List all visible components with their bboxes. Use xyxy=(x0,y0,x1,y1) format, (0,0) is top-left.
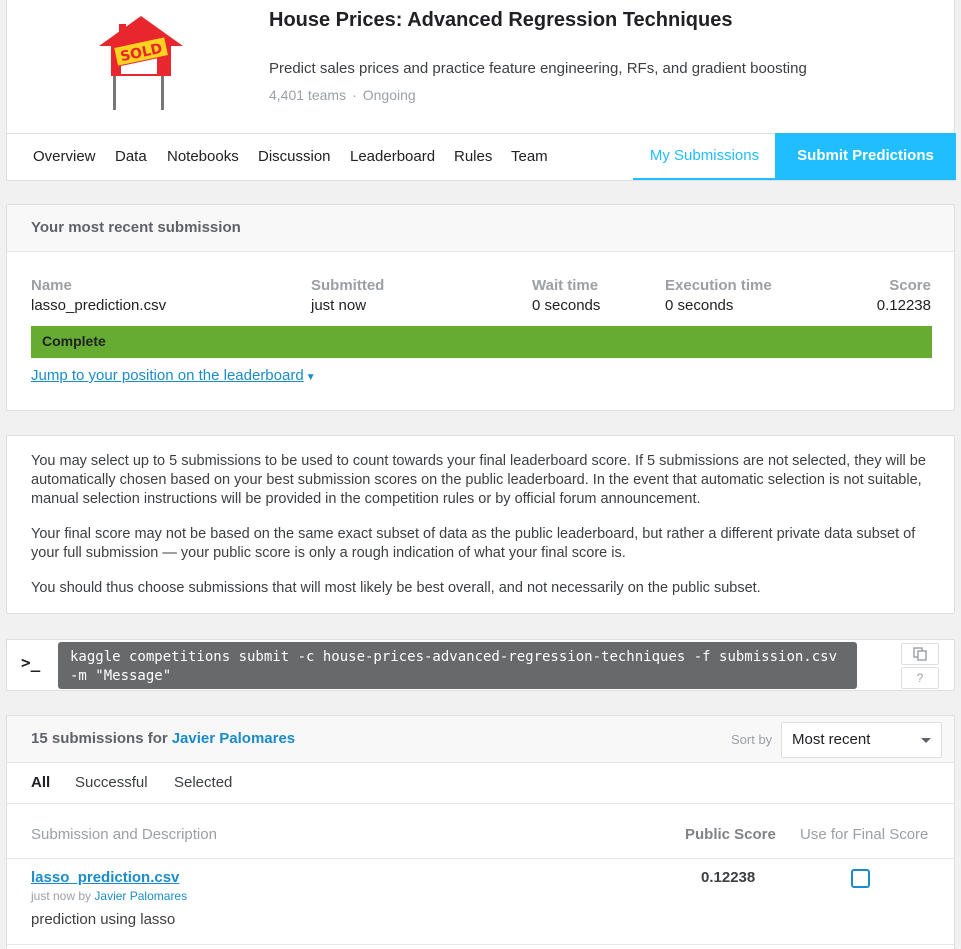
tab-data[interactable]: Data xyxy=(115,148,147,165)
header-use-for-final-score: Use for Final Score xyxy=(800,826,929,843)
execution-time-label: Execution time xyxy=(665,277,772,294)
status-complete-bar: Complete xyxy=(31,326,932,358)
competition-title: House Prices: Advanced Regression Techni… xyxy=(269,9,733,31)
score-value: 0.12238 xyxy=(876,297,931,314)
submissions-list-card: 15 submissions for Javier Palomares Sort … xyxy=(6,715,955,949)
tab-discussion[interactable]: Discussion xyxy=(258,148,331,165)
table-row: lasso_prediction.csv just now by Javier … xyxy=(7,859,954,945)
tab-team[interactable]: Team xyxy=(511,148,548,165)
submission-public-score: 0.12238 xyxy=(701,869,756,886)
selection-info-card: You may select up to 5 submissions to be… xyxy=(6,435,955,614)
score-label: Score xyxy=(889,277,931,294)
submitted-label: Submitted xyxy=(311,277,385,294)
submission-author-link[interactable]: Javier Palomares xyxy=(94,889,187,903)
api-command-card: >_ kaggle competitions submit -c house-p… xyxy=(6,639,955,691)
help-button[interactable]: ? xyxy=(901,667,939,689)
filter-all[interactable]: All xyxy=(31,774,50,791)
chevron-down-icon xyxy=(921,738,931,743)
info-paragraph-3: You should thus choose submissions that … xyxy=(31,580,761,596)
submission-by: by xyxy=(78,889,92,903)
execution-time-value: 0 seconds xyxy=(665,297,734,314)
info-paragraph-2: Your final score may not be based on the… xyxy=(31,526,916,561)
use-for-final-score-checkbox[interactable] xyxy=(851,869,870,888)
competition-nav: Overview Data Notebooks Discussion Leade… xyxy=(7,133,956,180)
competition-description: Predict sales prices and practice featur… xyxy=(269,60,807,77)
sort-selected-value: Most recent xyxy=(792,731,871,748)
submissions-table-header: Submission and Description Public Score … xyxy=(7,804,954,859)
tab-leaderboard[interactable]: Leaderboard xyxy=(350,148,435,165)
tab-overview[interactable]: Overview xyxy=(33,148,96,165)
jump-link-label: Jump to your position on the leaderboard xyxy=(31,367,304,384)
submission-time: just now xyxy=(31,889,76,903)
submission-description: prediction using lasso xyxy=(31,911,176,928)
tab-notebooks[interactable]: Notebooks xyxy=(167,148,239,165)
filter-successful[interactable]: Successful xyxy=(75,774,148,791)
competition-header: SOLD House Prices: Advanced Regression T… xyxy=(6,0,956,181)
teams-count: 4,401 teams xyxy=(269,87,347,103)
submission-file-link[interactable]: lasso_prediction.csv xyxy=(31,869,179,886)
submissions-count: 15 submissions for Javier Palomares xyxy=(31,730,295,747)
tab-my-submissions[interactable]: My Submissions xyxy=(633,134,776,180)
house-sold-logo: SOLD xyxy=(99,16,183,110)
meta-separator: · xyxy=(352,87,357,103)
copy-button[interactable] xyxy=(901,643,939,665)
submissions-count-label: 15 submissions for xyxy=(31,730,168,747)
wait-time-value: 0 seconds xyxy=(532,297,601,314)
submission-name: lasso_prediction.csv xyxy=(31,297,167,314)
recent-submission-heading: Your most recent submission xyxy=(7,205,954,252)
submissions-list-header: 15 submissions for Javier Palomares Sort … xyxy=(7,716,954,763)
submission-meta: just now by Javier Palomares xyxy=(31,889,187,903)
jump-to-leaderboard-link[interactable]: Jump to your position on the leaderboard… xyxy=(31,367,316,384)
copy-icon xyxy=(913,647,927,661)
submitted-value: just now xyxy=(311,297,367,314)
header-submission-description: Submission and Description xyxy=(31,826,217,843)
sort-by-label: Sort by xyxy=(731,732,773,747)
api-command-text[interactable]: kaggle competitions submit -c house-pric… xyxy=(58,642,857,689)
competition-status: Ongoing xyxy=(362,87,416,103)
caret-down-icon: ▼ xyxy=(305,372,316,383)
competition-meta: 4,401 teams · Ongoing xyxy=(269,87,416,103)
terminal-icon: >_ xyxy=(21,653,41,672)
header-public-score: Public Score xyxy=(685,826,776,843)
sort-select[interactable]: Most recent xyxy=(781,722,942,758)
submit-predictions-button[interactable]: Submit Predictions xyxy=(775,133,956,180)
name-label: Name xyxy=(31,277,72,294)
recent-submission-card: Your most recent submission Name Submitt… xyxy=(6,204,955,411)
submission-filters: All Successful Selected xyxy=(7,763,954,804)
tab-rules[interactable]: Rules xyxy=(454,148,492,165)
filter-selected[interactable]: Selected xyxy=(174,774,232,791)
user-link[interactable]: Javier Palomares xyxy=(172,730,295,747)
wait-time-label: Wait time xyxy=(532,277,599,294)
info-paragraph-1: You may select up to 5 submissions to be… xyxy=(31,453,926,507)
